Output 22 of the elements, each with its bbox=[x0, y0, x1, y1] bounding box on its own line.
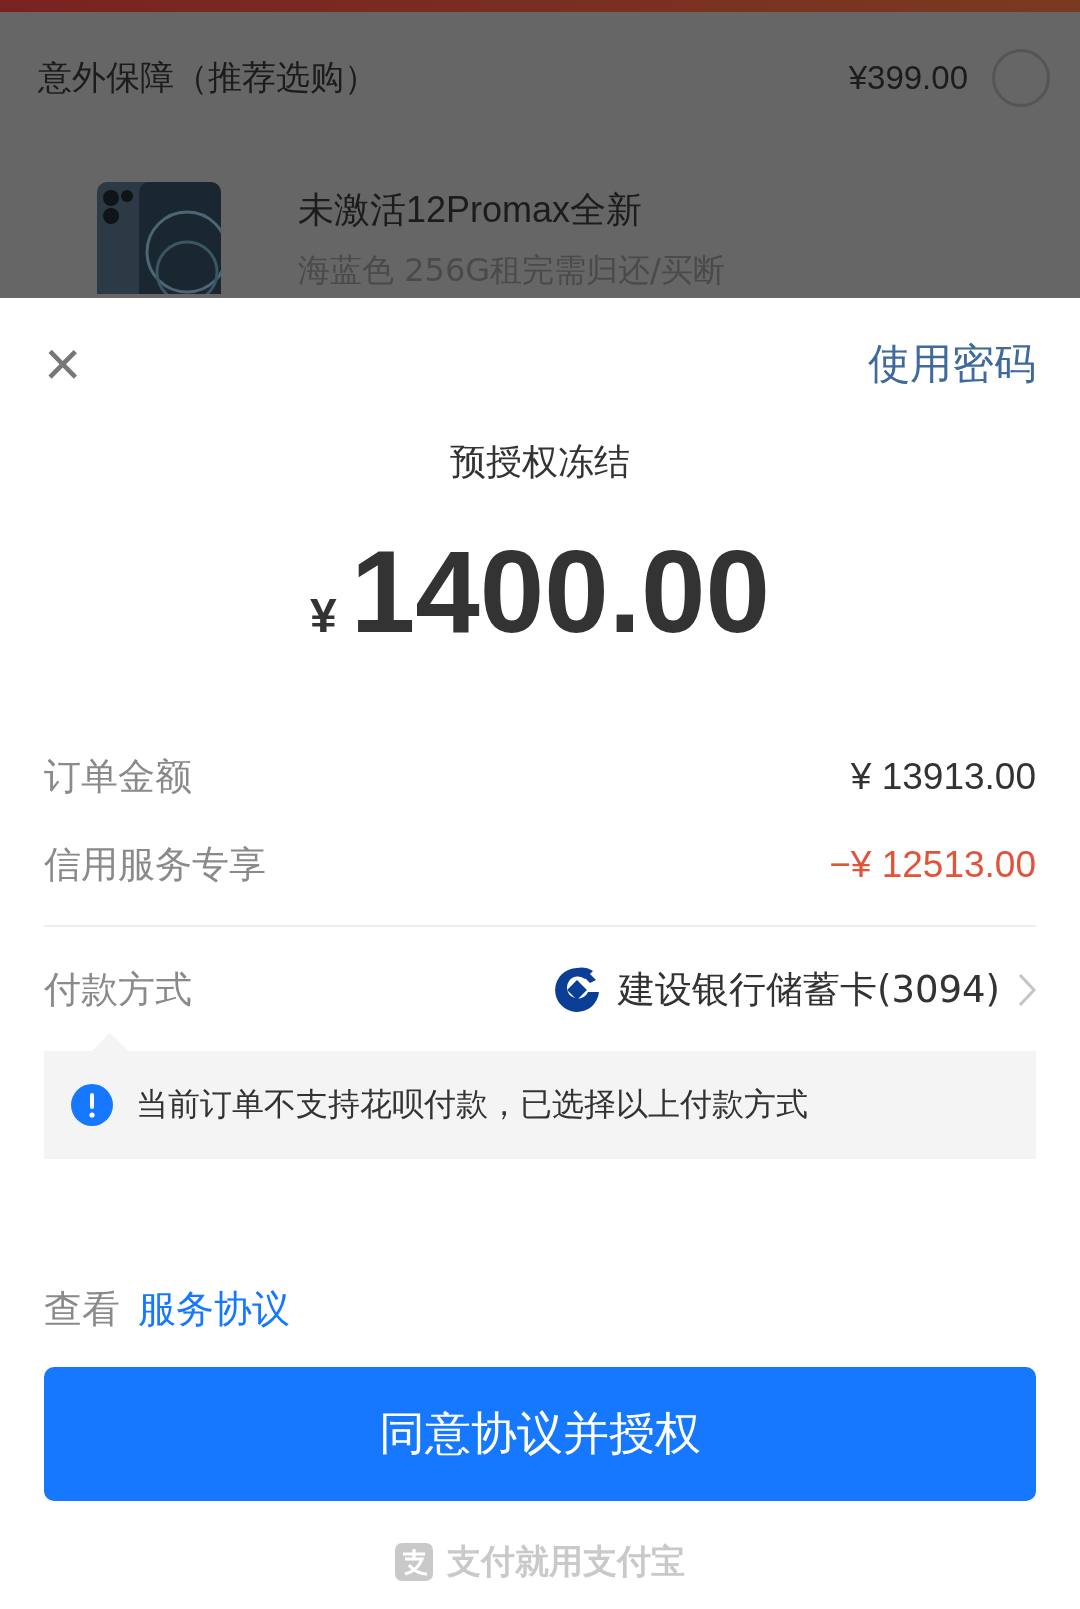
currency-symbol: ¥ bbox=[310, 588, 337, 643]
confirm-button[interactable]: 同意协议并授权 bbox=[44, 1367, 1036, 1501]
use-password-link[interactable]: 使用密码 bbox=[868, 336, 1036, 392]
payment-method-selector[interactable]: 建设银行储蓄卡(3094) bbox=[553, 965, 1036, 1015]
row-value: −¥ 12513.00 bbox=[829, 844, 1036, 886]
payment-label: 付款方式 bbox=[44, 967, 192, 1013]
bank-logo-icon bbox=[553, 967, 600, 1013]
product-title: 未激活12Promax全新 bbox=[298, 188, 644, 232]
insurance-price: ¥399.00 bbox=[848, 59, 968, 97]
info-icon bbox=[70, 1083, 114, 1127]
row-value: ¥ 13913.00 bbox=[850, 756, 1036, 798]
amount-value: 1400.00 bbox=[350, 526, 770, 659]
chevron-right-icon bbox=[1018, 973, 1036, 1007]
close-button[interactable]: × bbox=[44, 332, 82, 396]
notice-text: 当前订单不支持花呗付款，已选择以上付款方式 bbox=[136, 1084, 808, 1125]
row-label: 信用服务专享 bbox=[44, 842, 266, 888]
service-agreement-link[interactable]: 服务协议 bbox=[138, 1283, 290, 1335]
agreement-prefix: 查看 bbox=[44, 1285, 120, 1333]
sheet-title: 预授权冻结 bbox=[449, 440, 631, 484]
row-label: 订单金额 bbox=[44, 754, 192, 800]
insurance-label: 意外保障（推荐选购） bbox=[38, 56, 378, 99]
payment-logo-icon bbox=[395, 1543, 433, 1581]
